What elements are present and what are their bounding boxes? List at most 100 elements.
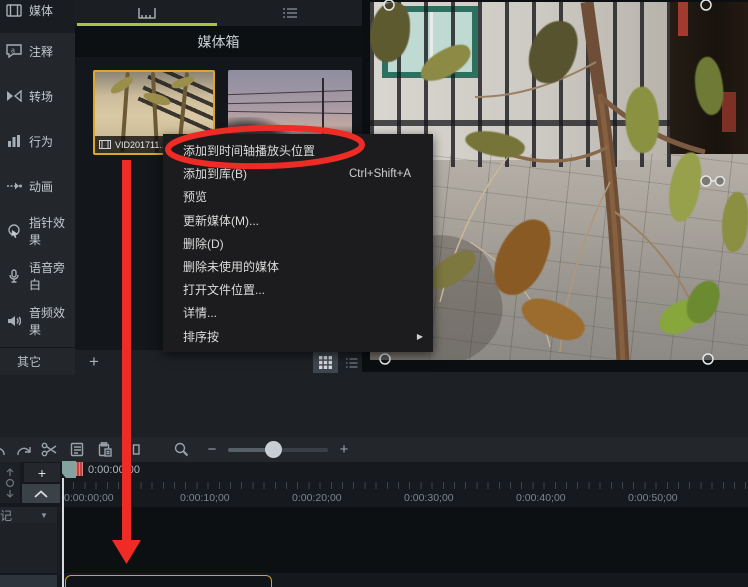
paste-button[interactable] bbox=[94, 439, 116, 460]
behavior-icon bbox=[6, 133, 22, 149]
menu-item-delete-unused[interactable]: 删除未使用的媒体 bbox=[163, 255, 433, 278]
plus-icon: + bbox=[89, 352, 99, 371]
magnifier-icon bbox=[174, 442, 188, 457]
timeline-toolbar: − + bbox=[0, 437, 748, 462]
menu-item-label: 预览 bbox=[183, 190, 208, 205]
tab-media-bin[interactable] bbox=[75, 0, 219, 26]
split-icon bbox=[125, 444, 140, 455]
timeline-track-area[interactable] bbox=[62, 507, 748, 573]
undo-button[interactable] bbox=[0, 439, 10, 460]
ruler-label: 0:00:20;00 bbox=[292, 492, 342, 504]
sidebar-item-more[interactable]: 其它 bbox=[0, 348, 75, 375]
sidebar-item-label: 媒体 bbox=[29, 4, 54, 18]
speaker-icon bbox=[6, 313, 22, 329]
mic-icon bbox=[6, 268, 22, 284]
menu-item-delete[interactable]: 删除(D) bbox=[163, 232, 433, 255]
playhead-time: 0:00:00;00 bbox=[88, 464, 140, 476]
track-height-controls[interactable] bbox=[0, 462, 20, 503]
scissors-icon bbox=[41, 442, 56, 457]
sidebar-item-label: 行为 bbox=[29, 134, 54, 149]
ruler-ticks bbox=[62, 482, 748, 489]
zoom-out-button[interactable]: − bbox=[203, 439, 221, 460]
plus-icon: + bbox=[37, 464, 47, 481]
menu-item-label: 打开文件位置... bbox=[183, 283, 266, 298]
tab-library[interactable] bbox=[219, 0, 363, 26]
ruler-label: 0:00:50;00 bbox=[628, 492, 678, 504]
playhead-handle[interactable] bbox=[62, 461, 76, 478]
track-shorter-icon bbox=[6, 489, 14, 498]
list-view-button[interactable] bbox=[339, 352, 364, 373]
marker-track-label: 记 bbox=[0, 508, 13, 523]
sidebar-item-label: 语音旁白 bbox=[29, 261, 66, 292]
menu-item-open-file-location[interactable]: 打开文件位置... bbox=[163, 278, 433, 301]
menu-item-update-media[interactable]: 更新媒体(M)... bbox=[163, 209, 433, 232]
menu-item-add-to-playhead[interactable]: 添加到时间轴播放头位置 bbox=[163, 139, 433, 162]
video-file-icon bbox=[99, 140, 111, 149]
track-zoom-icon bbox=[5, 478, 15, 487]
add-media-button[interactable]: + bbox=[82, 351, 106, 373]
sidebar: 媒体 a 注释 转场 行为 动画 指针效果 语音旁白 音频效果 其它 bbox=[0, 0, 75, 375]
media-bin-icon bbox=[138, 8, 156, 19]
transport-bar bbox=[0, 372, 748, 437]
list-view-icon bbox=[345, 358, 357, 367]
context-menu: 添加到时间轴播放头位置 添加到库(B) Ctrl+Shift+A 预览 更新媒体… bbox=[163, 134, 433, 352]
sidebar-item-label: 指针效果 bbox=[29, 216, 66, 247]
sidebar-item-label: 转场 bbox=[29, 89, 54, 104]
timeline-ruler[interactable]: 0:00:00;00 0:00:10;00 0:00:20;00 0:00:30… bbox=[62, 482, 748, 507]
menu-item-sort-by[interactable]: 排序按 ▶ bbox=[163, 325, 433, 348]
track-header-empty bbox=[0, 523, 57, 573]
film-icon bbox=[6, 3, 22, 19]
copy-button[interactable] bbox=[66, 439, 88, 460]
track-taller-icon bbox=[6, 467, 14, 476]
grid-view-button[interactable] bbox=[313, 352, 338, 373]
sidebar-item-audio-effects[interactable]: 音频效果 bbox=[0, 299, 75, 343]
menu-item-label: 删除未使用的媒体 bbox=[183, 260, 280, 275]
track-1-header[interactable] bbox=[0, 575, 57, 587]
menu-item-label: 更新媒体(M)... bbox=[183, 213, 259, 228]
menu-item-preview[interactable]: 预览 bbox=[163, 185, 433, 208]
sidebar-item-animations[interactable]: 动画 bbox=[0, 164, 75, 208]
media-panel-title-text: 媒体箱 bbox=[197, 33, 240, 50]
menu-item-shortcut: Ctrl+Shift+A bbox=[349, 167, 411, 180]
sidebar-item-voice-narration[interactable]: 语音旁白 bbox=[0, 254, 75, 298]
sidebar-item-label: 注释 bbox=[29, 44, 54, 59]
callout-icon: a bbox=[6, 43, 22, 59]
plus-icon: + bbox=[339, 441, 349, 458]
cursor-icon bbox=[6, 223, 22, 239]
sidebar-item-label: 动画 bbox=[29, 179, 54, 194]
menu-item-label: 排序按 bbox=[183, 329, 220, 344]
sidebar-item-annotations[interactable]: a 注释 bbox=[0, 29, 75, 73]
undo-icon bbox=[0, 447, 5, 455]
timeline-clip[interactable] bbox=[65, 575, 272, 587]
copy-icon bbox=[70, 442, 84, 457]
redo-icon bbox=[17, 446, 31, 455]
split-button[interactable] bbox=[121, 439, 143, 460]
sidebar-item-behaviors[interactable]: 行为 bbox=[0, 119, 75, 163]
collapse-tracks-button[interactable] bbox=[22, 484, 60, 503]
redo-button[interactable] bbox=[12, 439, 34, 460]
menu-item-label: 详情... bbox=[183, 306, 218, 321]
ruler-label: 0:00:10;00 bbox=[180, 492, 230, 504]
zoom-slider-knob[interactable] bbox=[265, 441, 282, 458]
add-track-button[interactable]: + bbox=[24, 463, 60, 482]
cut-button[interactable] bbox=[38, 439, 60, 460]
media-panel-title: 媒体箱 bbox=[75, 26, 362, 57]
marker-track-toggle[interactable]: 记 ▼ bbox=[0, 507, 57, 523]
media-bottombar: + bbox=[75, 350, 362, 375]
paste-icon bbox=[98, 442, 112, 457]
svg-text:a: a bbox=[11, 48, 15, 55]
menu-item-details[interactable]: 详情... bbox=[163, 301, 433, 324]
zoom-in-button[interactable]: + bbox=[335, 439, 353, 460]
sidebar-item-transitions[interactable]: 转场 bbox=[0, 74, 75, 118]
menu-item-add-to-library[interactable]: 添加到库(B) Ctrl+Shift+A bbox=[163, 162, 433, 185]
transition-icon bbox=[6, 88, 22, 104]
grid-view-icon bbox=[319, 356, 332, 369]
clip1-filename: VID201711.. bbox=[115, 139, 165, 150]
zoom-search-button[interactable] bbox=[170, 439, 192, 460]
in-point-marker[interactable] bbox=[76, 462, 83, 476]
menu-item-label: 删除(D) bbox=[183, 236, 224, 251]
list-icon bbox=[283, 8, 298, 18]
sidebar-more-label: 其它 bbox=[17, 355, 42, 369]
ruler-label: 0:00:40;00 bbox=[516, 492, 566, 504]
sidebar-item-cursor-effects[interactable]: 指针效果 bbox=[0, 209, 75, 253]
